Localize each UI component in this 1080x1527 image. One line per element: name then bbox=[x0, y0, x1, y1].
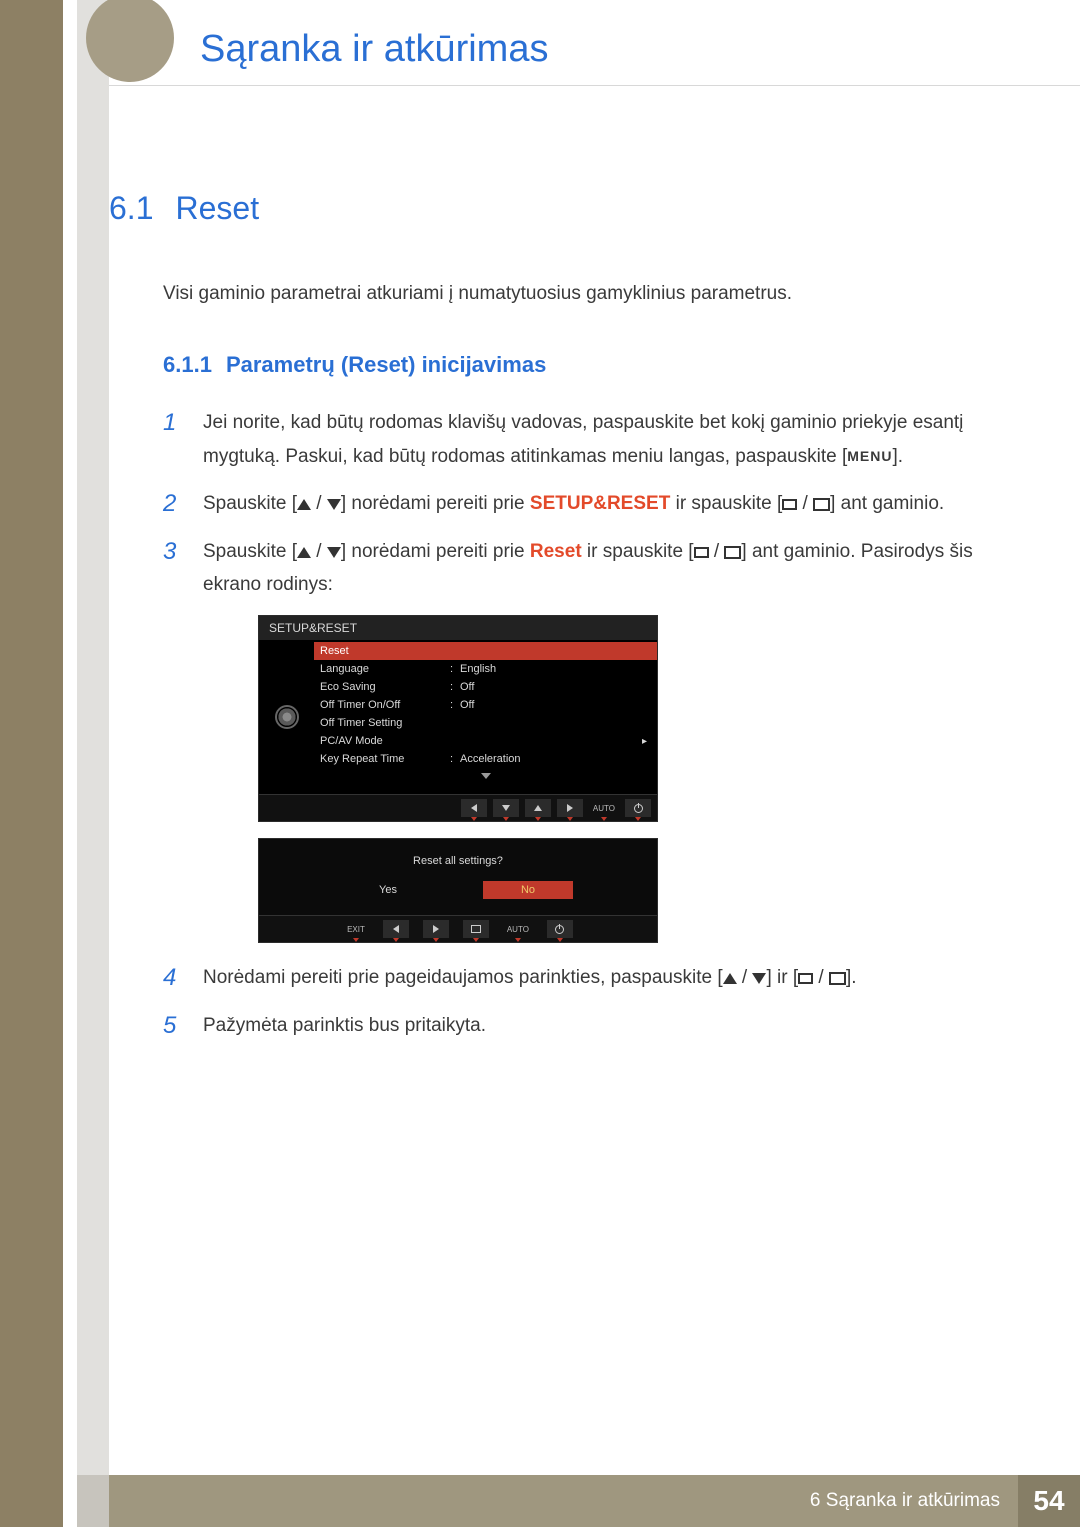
osd-row-pcav-mode: PC/AV Mode▸ bbox=[314, 732, 657, 750]
osd-category-icon-column bbox=[259, 640, 314, 794]
osd-row-key-repeat-time: Key Repeat Time:Acceleration bbox=[314, 750, 657, 768]
section-number: 6.1 bbox=[109, 190, 153, 227]
step-1: 1 Jei norite, kad būtų rodomas klavišų v… bbox=[163, 406, 1034, 473]
step-text: Norėdami pereiti prie pageidaujamos pari… bbox=[203, 961, 1034, 994]
up-arrow-icon bbox=[297, 547, 311, 558]
dialog-no: No bbox=[483, 881, 573, 899]
step-2: 2 Spauskite [ / ] norėdami pereiti prie … bbox=[163, 487, 1034, 521]
chevron-down-icon bbox=[481, 773, 491, 779]
step-number: 5 bbox=[163, 1009, 183, 1043]
enter-icon bbox=[813, 498, 830, 511]
left-arrow-icon bbox=[471, 804, 477, 812]
menu-key-label: MENU bbox=[847, 448, 892, 464]
step-number: 4 bbox=[163, 961, 183, 995]
left-sidebar bbox=[77, 0, 109, 1527]
dialog-btn-power bbox=[547, 920, 573, 938]
source-icon bbox=[694, 547, 709, 558]
footer-chapter-label: 6 Sąranka ir atkūrimas bbox=[810, 1490, 1000, 1512]
step-5: 5 Pažymėta parinktis bus pritaikyta. bbox=[163, 1009, 1034, 1043]
enter-icon bbox=[471, 925, 481, 933]
down-arrow-icon bbox=[327, 547, 341, 558]
osd-btn-up bbox=[525, 799, 551, 817]
step-number: 1 bbox=[163, 406, 183, 440]
down-arrow-icon bbox=[327, 499, 341, 510]
chevron-right-icon: ▸ bbox=[642, 736, 647, 747]
section-heading: 6.1 Reset bbox=[109, 190, 1034, 227]
dialog-btn-exit: EXIT bbox=[343, 920, 369, 938]
osd-btn-power bbox=[625, 799, 651, 817]
osd-btn-right bbox=[557, 799, 583, 817]
dialog-yes: Yes bbox=[343, 881, 433, 899]
source-icon bbox=[798, 973, 813, 984]
osd-row-off-timer-onoff: Off Timer On/Off:Off bbox=[314, 696, 657, 714]
osd-screenshot: SETUP&RESET Reset Language:English Eco S… bbox=[258, 615, 658, 943]
osd-confirm-dialog: Reset all settings? Yes No EXIT AUTO bbox=[258, 838, 658, 943]
enter-icon bbox=[829, 972, 846, 985]
dialog-btn-enter bbox=[463, 920, 489, 938]
step-3: 3 Spauskite [ / ] norėdami pereiti prie … bbox=[163, 535, 1034, 602]
step-number: 3 bbox=[163, 535, 183, 569]
left-spine bbox=[0, 0, 63, 1527]
step-text: Pažymėta parinktis bus pritaikyta. bbox=[203, 1009, 1034, 1042]
right-arrow-icon bbox=[433, 925, 439, 933]
power-icon bbox=[555, 925, 564, 934]
page-footer: 6 Sąranka ir atkūrimas 54 bbox=[109, 1475, 1080, 1527]
dialog-control-bar: EXIT AUTO bbox=[259, 915, 657, 942]
dialog-question: Reset all settings? bbox=[259, 855, 657, 867]
setup-reset-label: SETUP&RESET bbox=[530, 493, 670, 514]
footer-page-number: 54 bbox=[1018, 1475, 1080, 1527]
subsection-heading: 6.1.1 Parametrų (Reset) inicijavimas bbox=[163, 352, 1034, 378]
step-text: Spauskite [ / ] norėdami pereiti prie Re… bbox=[203, 535, 1034, 602]
step-number: 2 bbox=[163, 487, 183, 521]
osd-btn-down bbox=[493, 799, 519, 817]
subsection-title: Parametrų (Reset) inicijavimas bbox=[226, 352, 546, 378]
osd-rows: Reset Language:English Eco Saving:Off Of… bbox=[314, 640, 657, 794]
up-arrow-icon bbox=[723, 973, 737, 984]
step-text: Spauskite [ / ] norėdami pereiti prie SE… bbox=[203, 487, 1034, 520]
osd-row-language: Language:English bbox=[314, 660, 657, 678]
up-arrow-icon bbox=[297, 499, 311, 510]
reset-label: Reset bbox=[530, 541, 582, 562]
left-arrow-icon bbox=[393, 925, 399, 933]
down-arrow-icon bbox=[502, 805, 510, 811]
spine-gap bbox=[63, 0, 77, 1527]
footer-left-cap bbox=[77, 1475, 109, 1527]
step-4: 4 Norėdami pereiti prie pageidaujamos pa… bbox=[163, 961, 1034, 995]
steps-list: 1 Jei norite, kad būtų rodomas klavišų v… bbox=[163, 406, 1034, 1042]
step-text: Jei norite, kad būtų rodomas klavišų vad… bbox=[203, 406, 1034, 473]
osd-menu: SETUP&RESET Reset Language:English Eco S… bbox=[258, 615, 658, 822]
section-intro: Visi gaminio parametrai atkuriami į numa… bbox=[163, 279, 1034, 308]
osd-row-off-timer-setting: Off Timer Setting bbox=[314, 714, 657, 732]
osd-more-indicator bbox=[314, 768, 657, 788]
gear-icon bbox=[275, 705, 299, 729]
source-icon bbox=[782, 499, 797, 510]
right-arrow-icon bbox=[567, 804, 573, 812]
chapter-title: Sąranka ir atkūrimas bbox=[200, 28, 548, 71]
osd-row-reset: Reset bbox=[314, 642, 657, 660]
dialog-btn-left bbox=[383, 920, 409, 938]
subsection-number: 6.1.1 bbox=[163, 352, 212, 378]
up-arrow-icon bbox=[534, 805, 542, 811]
down-arrow-icon bbox=[752, 973, 766, 984]
osd-btn-left bbox=[461, 799, 487, 817]
power-icon bbox=[634, 804, 643, 813]
osd-title: SETUP&RESET bbox=[259, 616, 657, 640]
dialog-btn-auto: AUTO bbox=[503, 920, 533, 938]
osd-control-bar: AUTO bbox=[259, 794, 657, 821]
dialog-btn-right bbox=[423, 920, 449, 938]
enter-icon bbox=[724, 546, 741, 559]
osd-btn-auto: AUTO bbox=[589, 799, 619, 817]
osd-row-eco-saving: Eco Saving:Off bbox=[314, 678, 657, 696]
section-title: Reset bbox=[175, 190, 259, 227]
